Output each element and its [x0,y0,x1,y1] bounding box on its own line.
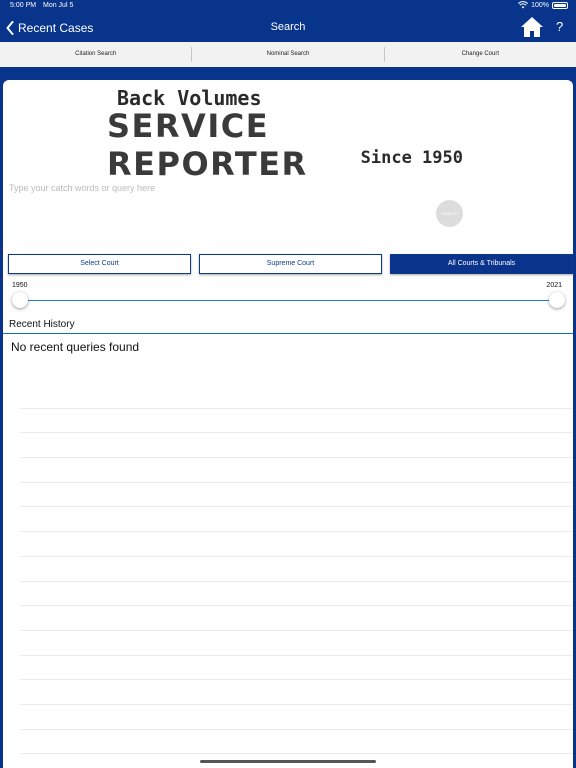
year-range-min-label: 1950 [12,282,28,289]
list-item [20,433,573,459]
status-indicators: 100% [518,1,568,9]
list-item [20,656,573,681]
query-input[interactable] [9,180,429,196]
home-indicator [200,760,376,763]
battery-icon [552,1,568,9]
help-button[interactable]: ? [556,19,563,34]
year-range-track[interactable] [19,300,557,301]
supreme-court-button[interactable]: Supreme Court [199,254,382,274]
recent-history-list [20,384,573,755]
list-item [20,705,573,730]
list-item [20,582,573,607]
back-button[interactable]: Recent Cases [6,18,93,38]
navigation-bar: Recent Cases Search ? [0,12,576,42]
service-reporter-logo: Back Volumes SERVICE REPORTER Since 1950 [107,82,469,183]
status-date: Mon Jul 5 [43,2,74,9]
recent-history-header: Recent History [3,318,573,334]
recent-history-title: Recent History [9,319,75,330]
wifi-icon [518,1,529,9]
empty-history-message: No recent queries found [11,340,140,354]
list-item [20,557,573,582]
list-item [20,409,573,434]
select-court-button[interactable]: Select Court [8,254,191,274]
list-item [20,631,573,656]
year-range-max-label: 2021 [546,282,562,289]
search-button[interactable]: SEARCH [436,200,463,227]
year-range-min-handle[interactable] [12,292,28,308]
list-item [20,384,573,409]
list-item [20,458,573,483]
list-item [20,507,573,533]
list-item [20,483,573,508]
back-button-label: Recent Cases [18,21,94,35]
all-courts-tribunals-button[interactable]: All Courts & Tribunals [390,254,573,274]
home-icon [521,17,543,37]
home-button[interactable] [520,16,544,38]
logo-line-service-reporter: SERVICE REPORTER [107,107,308,183]
segment-citation-search[interactable]: Citation Search [0,47,191,62]
search-type-segments: Citation Search Nominal Search Change Co… [0,42,576,67]
chevron-left-icon [6,21,14,35]
list-item [20,730,573,755]
segment-change-court[interactable]: Change Court [383,47,576,62]
list-item [20,532,573,557]
status-time: 5:00 PM [10,2,37,9]
status-bar: 5:00 PM Mon Jul 5 100% [0,0,576,12]
logo-line-since: Since 1950 [360,148,463,168]
year-range-max-handle[interactable] [549,292,565,308]
segment-nominal-search[interactable]: Nominal Search [191,47,383,62]
list-item [20,606,573,631]
battery-percent: 100% [531,1,549,9]
list-item [20,680,573,705]
search-panel: Back Volumes SERVICE REPORTER Since 1950… [3,80,573,768]
